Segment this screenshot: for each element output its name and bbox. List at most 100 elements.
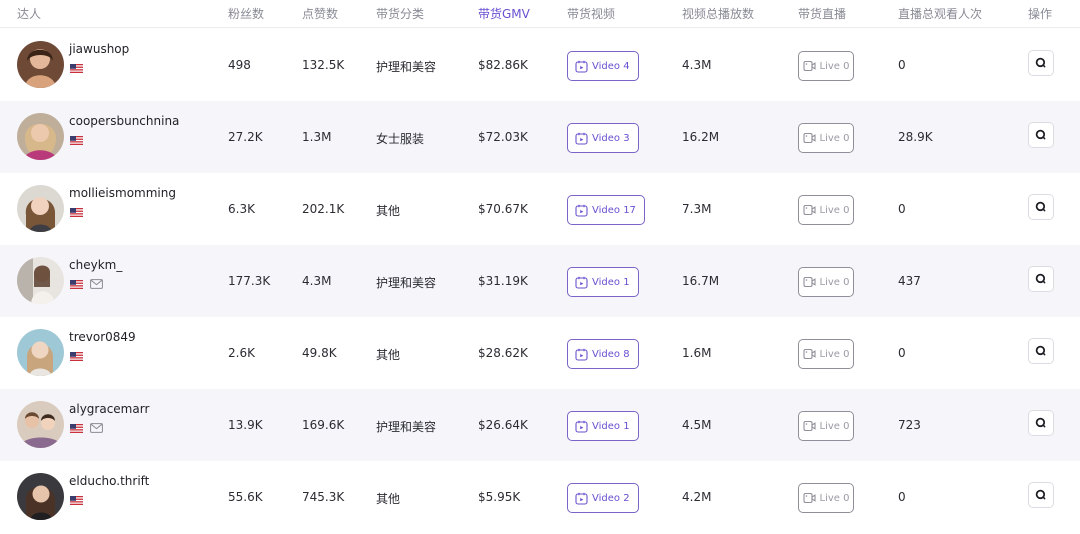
header-creator[interactable]: 达人 (17, 5, 41, 22)
likes-value: 202.1K (302, 202, 345, 216)
live-button-label: Live 0 (819, 132, 850, 144)
live-button[interactable]: Live 0 (798, 51, 854, 81)
table-row[interactable]: elducho.thrift 55.6K 745.3K 其他 $5.95K Vi… (0, 461, 1080, 533)
likes-value: 132.5K (302, 58, 345, 72)
creator-name[interactable]: coopersbunchnina (69, 114, 179, 128)
creator-name[interactable]: jiawushop (69, 42, 129, 56)
table-row[interactable]: coopersbunchnina 27.2K 1.3M 女士服装 $72.03K… (0, 101, 1080, 173)
search-icon (1035, 57, 1046, 68)
header-live-viewers[interactable]: 直播总观看人次 (898, 5, 982, 22)
table-row[interactable]: alygracemarr 13.9K 169.6K 护理和美容 $26.64K … (0, 389, 1080, 461)
avatar[interactable] (17, 257, 64, 304)
video-calendar-icon (575, 204, 588, 217)
header-action: 操作 (1028, 7, 1053, 21)
table-row[interactable]: trevor0849 2.6K 49.8K 其他 $28.62K Video 8… (0, 317, 1080, 389)
category-value: 女士服装 (376, 132, 425, 146)
creator-name[interactable]: trevor0849 (69, 330, 136, 344)
live-camera-icon (802, 204, 816, 216)
live-camera-icon (802, 276, 816, 288)
header-lives[interactable]: 带货直播 (798, 5, 846, 22)
live-button[interactable]: Live 0 (798, 123, 854, 153)
category-value: 护理和美容 (376, 420, 437, 434)
live-button[interactable]: Live 0 (798, 483, 854, 513)
video-button-label: Video 1 (592, 276, 630, 288)
gmv-value: $72.03K (478, 130, 528, 144)
video-calendar-icon (575, 276, 588, 289)
gmv-value: $82.86K (478, 58, 528, 72)
avatar[interactable] (17, 473, 64, 520)
table-row[interactable]: mollieismomming 6.3K 202.1K 其他 $70.67K V… (0, 173, 1080, 245)
followers-value: 27.2K (228, 130, 263, 144)
search-action-button[interactable] (1028, 482, 1054, 508)
video-button[interactable]: Video 2 (567, 483, 639, 513)
header-video-views[interactable]: 视频总播放数 (682, 5, 754, 22)
search-action-button[interactable] (1028, 266, 1054, 292)
likes-value: 49.8K (302, 346, 337, 360)
header-videos[interactable]: 带货视频 (567, 5, 615, 22)
live-viewers-value: 0 (898, 490, 906, 504)
gmv-value: $28.62K (478, 346, 528, 360)
search-icon (1035, 345, 1046, 356)
live-viewers-value: 0 (898, 202, 906, 216)
video-button[interactable]: Video 1 (567, 411, 639, 441)
video-button-label: Video 4 (592, 60, 630, 72)
table-row[interactable]: jiawushop 498 132.5K 护理和美容 $82.86K Video… (0, 29, 1080, 101)
live-button-label: Live 0 (819, 204, 850, 216)
avatar[interactable] (17, 185, 64, 232)
category-value: 其他 (376, 348, 401, 362)
live-viewers-value: 437 (898, 274, 921, 288)
live-button[interactable]: Live 0 (798, 339, 854, 369)
search-icon (1035, 489, 1046, 500)
header-gmv[interactable]: 带货GMV (478, 5, 530, 22)
search-action-button[interactable] (1028, 122, 1054, 148)
live-button-label: Live 0 (819, 348, 850, 360)
video-button-label: Video 1 (592, 420, 630, 432)
creator-badges (70, 205, 83, 219)
live-button[interactable]: Live 0 (798, 267, 854, 297)
search-action-button[interactable] (1028, 410, 1054, 436)
followers-value: 177.3K (228, 274, 271, 288)
video-button[interactable]: Video 1 (567, 267, 639, 297)
us-flag-icon (70, 63, 83, 73)
creator-name[interactable]: mollieismomming (69, 186, 176, 200)
header-category[interactable]: 带货分类 (376, 5, 424, 22)
video-calendar-icon (575, 60, 588, 73)
avatar[interactable] (17, 113, 64, 160)
video-button[interactable]: Video 17 (567, 195, 645, 225)
search-action-button[interactable] (1028, 194, 1054, 220)
table-row[interactable]: cheykm_ 177.3K 4.3M 护理和美容 $31.19K Video … (0, 245, 1080, 317)
live-camera-icon (802, 420, 816, 432)
followers-value: 498 (228, 58, 251, 72)
live-button-label: Live 0 (819, 492, 850, 504)
search-action-button[interactable] (1028, 50, 1054, 76)
live-button[interactable]: Live 0 (798, 411, 854, 441)
us-flag-icon (70, 135, 83, 145)
avatar[interactable] (17, 401, 64, 448)
live-viewers-value: 28.9K (898, 130, 933, 144)
video-calendar-icon (575, 132, 588, 145)
header-followers[interactable]: 粉丝数 (228, 5, 264, 22)
video-calendar-icon (575, 348, 588, 361)
video-button-label: Video 8 (592, 348, 630, 360)
us-flag-icon (70, 495, 83, 505)
avatar[interactable] (17, 329, 64, 376)
followers-value: 6.3K (228, 202, 255, 216)
search-action-button[interactable] (1028, 338, 1054, 364)
video-button[interactable]: Video 8 (567, 339, 639, 369)
category-value: 其他 (376, 492, 401, 506)
search-icon (1035, 417, 1046, 428)
live-button[interactable]: Live 0 (798, 195, 854, 225)
mail-icon[interactable] (90, 279, 103, 289)
category-value: 护理和美容 (376, 276, 437, 290)
video-button[interactable]: Video 4 (567, 51, 639, 81)
live-camera-icon (802, 132, 816, 144)
creator-name[interactable]: alygracemarr (69, 402, 149, 416)
live-button-label: Live 0 (819, 420, 850, 432)
creator-name[interactable]: elducho.thrift (69, 474, 149, 488)
avatar[interactable] (17, 41, 64, 88)
mail-icon[interactable] (90, 423, 103, 433)
creator-name[interactable]: cheykm_ (69, 258, 122, 272)
header-likes[interactable]: 点赞数 (302, 5, 338, 22)
video-button[interactable]: Video 3 (567, 123, 639, 153)
live-button-label: Live 0 (819, 60, 850, 72)
